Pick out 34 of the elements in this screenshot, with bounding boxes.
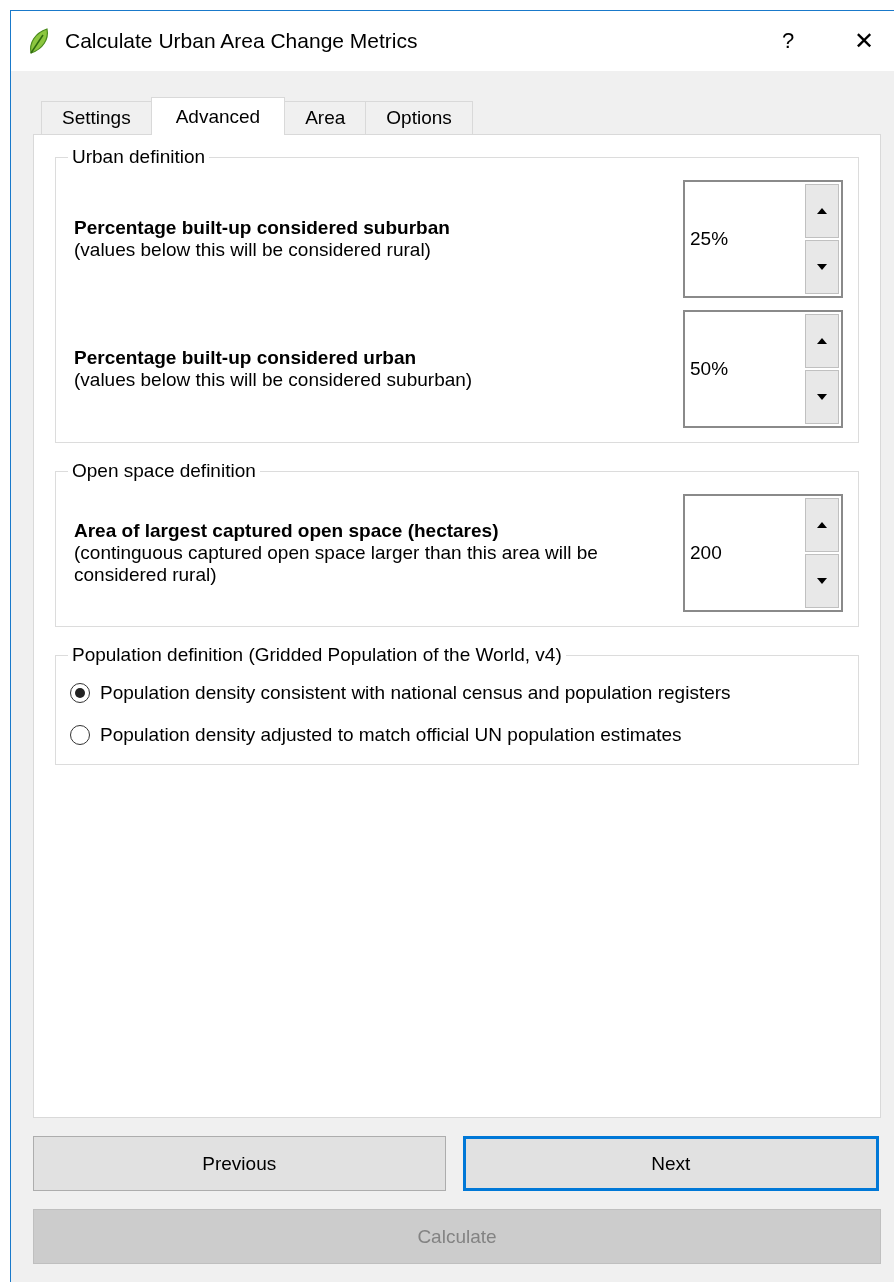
field-hint: (continguous captured open space larger than this area will be considered rural) [74,542,599,586]
spin-box[interactable]: 50% [683,310,843,428]
close-button[interactable]: ✕ [844,27,884,55]
up-arrow-icon [817,522,827,528]
field-label: Percentage built-up considered suburban [74,217,450,239]
leaf-icon [27,27,51,55]
radio-label[interactable]: Population density consistent with national census and population registers [100,682,731,704]
window-title: Calculate Urban Area Change Metrics [65,29,419,53]
help-button[interactable]: ? [768,28,808,54]
decrement-button[interactable] [805,370,839,424]
field-hint: (values below this will be considered suburban) [74,369,473,391]
radio-label[interactable]: Population density adjusted to match official UN population estimates [100,724,682,746]
spin-box[interactable]: 200 [683,494,843,612]
radio-button[interactable] [70,683,90,703]
radio-button[interactable] [70,725,90,745]
nav-button[interactable]: Previous [33,1136,446,1191]
spin-box[interactable]: 25% [683,180,843,298]
up-arrow-icon [817,208,827,214]
down-arrow-icon [817,578,827,584]
down-arrow-icon [817,394,827,400]
decrement-button[interactable] [805,240,839,294]
decrement-button[interactable] [805,554,839,608]
tab[interactable]: Advanced [150,97,286,135]
increment-button[interactable] [805,314,839,368]
nav-button[interactable]: Next [462,1136,879,1191]
down-arrow-icon [817,264,827,270]
tab[interactable]: Options [365,101,473,134]
field-label: Percentage built-up considered urban [74,347,418,369]
up-arrow-icon [817,338,827,344]
increment-button[interactable] [805,184,839,238]
tab[interactable]: Settings [41,101,152,134]
increment-button[interactable] [805,498,839,552]
field-hint: (values below this will be considered rural) [74,239,432,261]
field-label: Area of largest captured open space (hectares) [74,520,500,542]
